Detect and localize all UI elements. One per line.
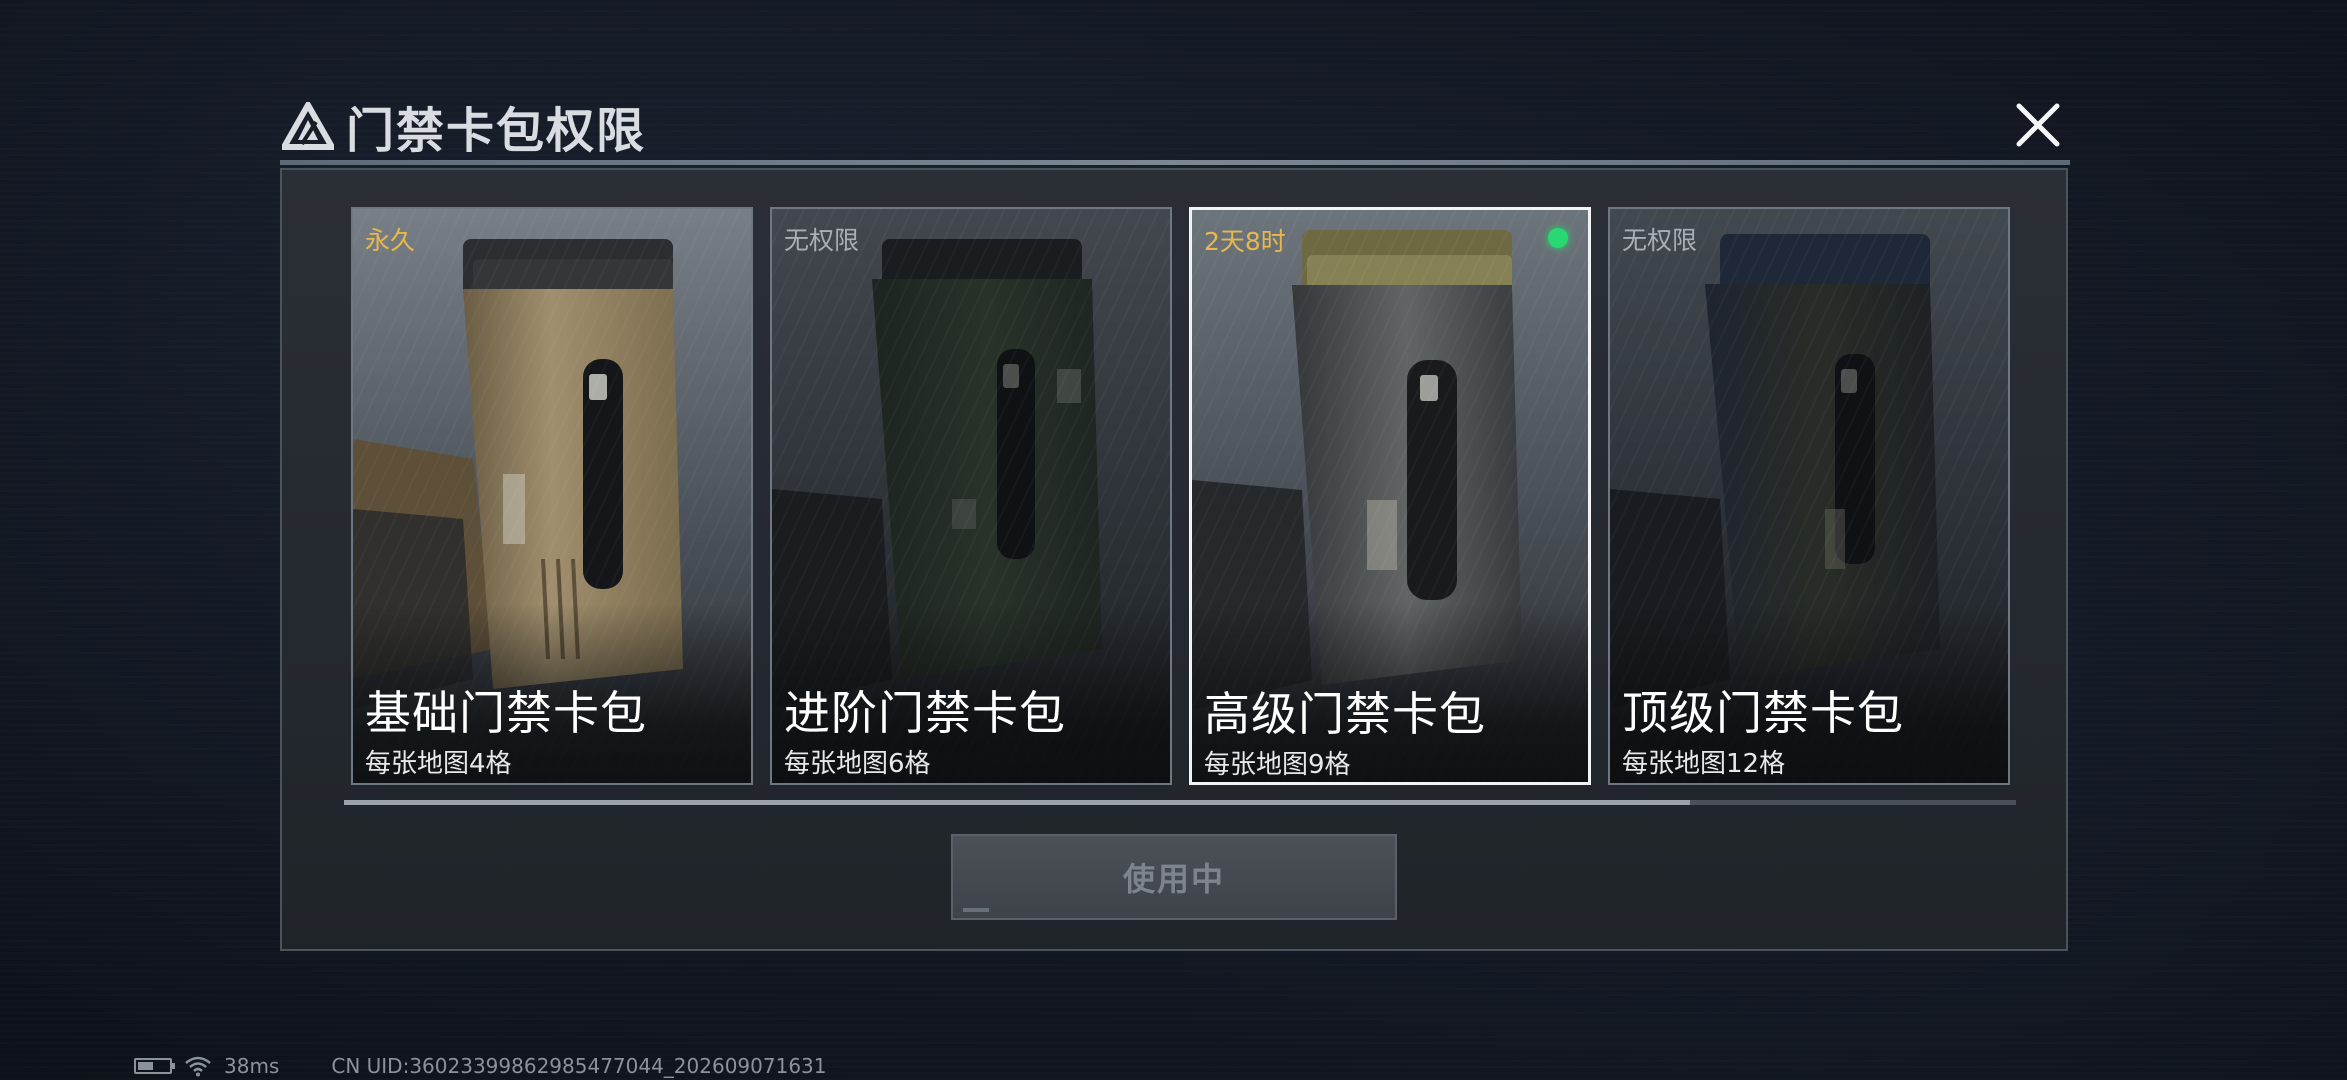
in-use-button[interactable]: 使用中 <box>951 834 1397 920</box>
in-use-label: 使用中 <box>1122 860 1225 898</box>
card-description: 每张地图9格 <box>1204 750 1351 780</box>
scrollbar-thumb[interactable] <box>344 800 1690 805</box>
window-header: 门禁卡包权限 <box>282 96 646 159</box>
battery-level <box>138 1062 153 1070</box>
card-name: 基础门禁卡包 <box>365 686 647 740</box>
ping-text: 38ms <box>224 1054 280 1078</box>
card-status-tag: 无权限 <box>1622 226 1698 255</box>
card-premium[interactable]: 2天8时 高级门禁卡包 每张地图9格 <box>1189 207 1591 785</box>
card-name: 高级门禁卡包 <box>1204 687 1486 741</box>
uid-text: CN UID:36023399862985477044_202609071631 <box>331 1054 827 1078</box>
card-status-tag: 无权限 <box>784 226 860 255</box>
card-description: 每张地图4格 <box>365 749 512 779</box>
card-top[interactable]: 无权限 顶级门禁卡包 每张地图12格 <box>1608 207 2010 785</box>
card-name: 顶级门禁卡包 <box>1622 686 1904 740</box>
button-corner-mark <box>963 908 989 912</box>
card-status-tag: 2天8时 <box>1204 227 1286 256</box>
header-divider <box>280 160 2070 165</box>
close-button[interactable] <box>2013 100 2063 150</box>
active-dot-icon <box>1548 228 1568 248</box>
card-description: 每张地图12格 <box>1622 749 1786 779</box>
close-icon <box>2016 103 2060 147</box>
wifi-icon <box>185 1056 211 1077</box>
page-title: 门禁卡包权限 <box>346 103 647 159</box>
triangle-logo-icon <box>282 102 334 150</box>
card-name: 进阶门禁卡包 <box>784 686 1066 740</box>
card-status-tag: 永久 <box>365 226 416 255</box>
card-description: 每张地图6格 <box>784 749 931 779</box>
status-bar: 38ms CN UID:36023399862985477044_2026090… <box>134 1054 827 1078</box>
battery-icon <box>134 1058 175 1074</box>
card-basic[interactable]: 永久 基础门禁卡包 每张地图4格 <box>351 207 753 785</box>
card-advanced[interactable]: 无权限 进阶门禁卡包 每张地图6格 <box>770 207 1172 785</box>
